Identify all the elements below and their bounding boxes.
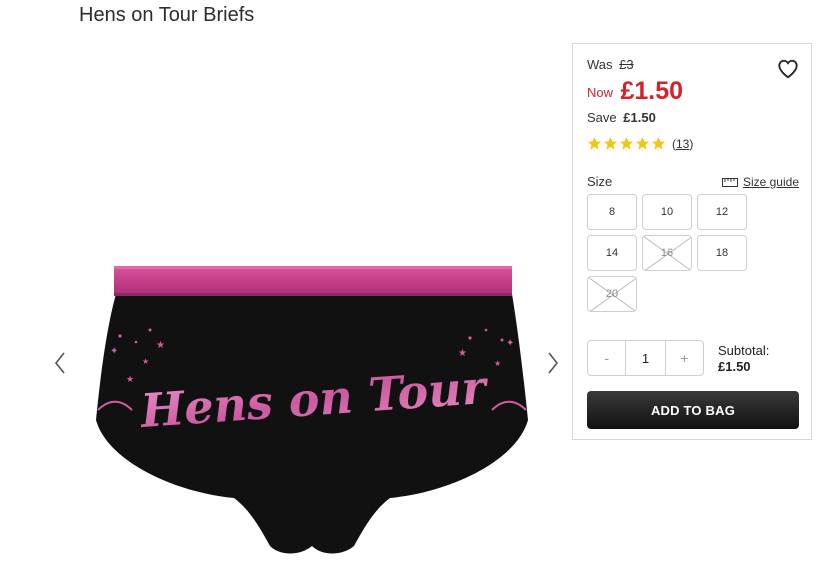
rating-row: (13) xyxy=(587,136,693,151)
review-count-link[interactable]: (13) xyxy=(672,137,693,151)
svg-text:★: ★ xyxy=(458,348,467,359)
now-price-row: Now £1.50 xyxy=(587,77,683,106)
heart-icon xyxy=(778,59,798,79)
size-option-label: 14 xyxy=(605,247,619,259)
size-option-label: 18 xyxy=(715,247,729,259)
size-option-14[interactable]: 14 xyxy=(587,235,637,271)
subtotal-amount: £1.50 xyxy=(718,359,751,374)
close-paren: ) xyxy=(689,136,694,151)
wishlist-button[interactable] xyxy=(777,58,799,80)
subtotal-label: Subtotal: xyxy=(718,343,770,358)
size-guide-link[interactable]: Size guide xyxy=(721,175,799,189)
chevron-left-icon xyxy=(54,352,65,374)
review-count: 13 xyxy=(676,136,690,151)
star-rating xyxy=(587,136,666,151)
svg-text:★: ★ xyxy=(142,357,149,366)
size-option-label: 12 xyxy=(715,206,729,218)
product-title: Hens on Tour Briefs xyxy=(79,4,255,26)
was-label: Was xyxy=(587,57,613,72)
star-icon xyxy=(588,137,601,150)
quantity-decrease-button[interactable]: - xyxy=(588,341,625,375)
svg-text:★: ★ xyxy=(156,340,165,351)
size-option-label: 10 xyxy=(660,206,674,218)
size-option-16[interactable]: 16 xyxy=(642,235,692,271)
was-price: £3 xyxy=(619,57,634,72)
svg-text:✦: ✦ xyxy=(506,338,514,349)
save-amount: £1.50 xyxy=(623,110,656,125)
star-icon xyxy=(636,137,649,150)
size-option-10[interactable]: 10 xyxy=(642,194,692,230)
ruler-icon xyxy=(721,177,738,187)
gallery-prev-button[interactable] xyxy=(50,348,70,378)
size-option-label: 8 xyxy=(608,206,616,218)
now-price: £1.50 xyxy=(620,77,684,105)
was-price-row: Was £3 xyxy=(587,57,634,72)
size-option-20[interactable]: 20 xyxy=(587,276,637,312)
size-guide-label: Size guide xyxy=(742,175,799,189)
briefs-image: ✦ ★ ★ ★ ★ ★ ★ ✦ Hens on Tour xyxy=(96,266,528,554)
star-icon xyxy=(652,137,665,150)
product-gallery: ✦ ★ ★ ★ ★ ★ ★ ✦ Hens on Tour xyxy=(0,40,572,569)
size-option-label: 16 xyxy=(660,247,674,259)
chevron-right-icon xyxy=(548,352,559,374)
size-option-8[interactable]: 8 xyxy=(587,194,637,230)
quantity-increase-button[interactable]: + xyxy=(666,341,703,375)
save-row: Save £1.50 xyxy=(587,110,656,125)
size-option-18[interactable]: 18 xyxy=(697,235,747,271)
size-option-12[interactable]: 12 xyxy=(697,194,747,230)
size-label: Size xyxy=(587,174,613,189)
svg-text:★: ★ xyxy=(126,374,134,384)
gallery-next-button[interactable] xyxy=(543,348,563,378)
now-label: Now xyxy=(587,85,614,100)
star-decoration: ✦ xyxy=(110,346,118,357)
quantity-input[interactable]: 1 xyxy=(625,341,666,375)
star-icon xyxy=(620,137,633,150)
save-label: Save xyxy=(587,110,617,125)
quantity-stepper: - 1 + xyxy=(587,340,704,376)
purchase-panel: Was £3 Now £1.50 Save £1.50 (13) Size Si… xyxy=(572,43,812,440)
add-to-bag-button[interactable]: ADD TO BAG xyxy=(587,391,799,429)
size-option-label: 20 xyxy=(605,288,619,300)
svg-text:★: ★ xyxy=(494,359,501,368)
subtotal: Subtotal: £1.50 xyxy=(718,343,769,375)
star-icon xyxy=(604,137,617,150)
